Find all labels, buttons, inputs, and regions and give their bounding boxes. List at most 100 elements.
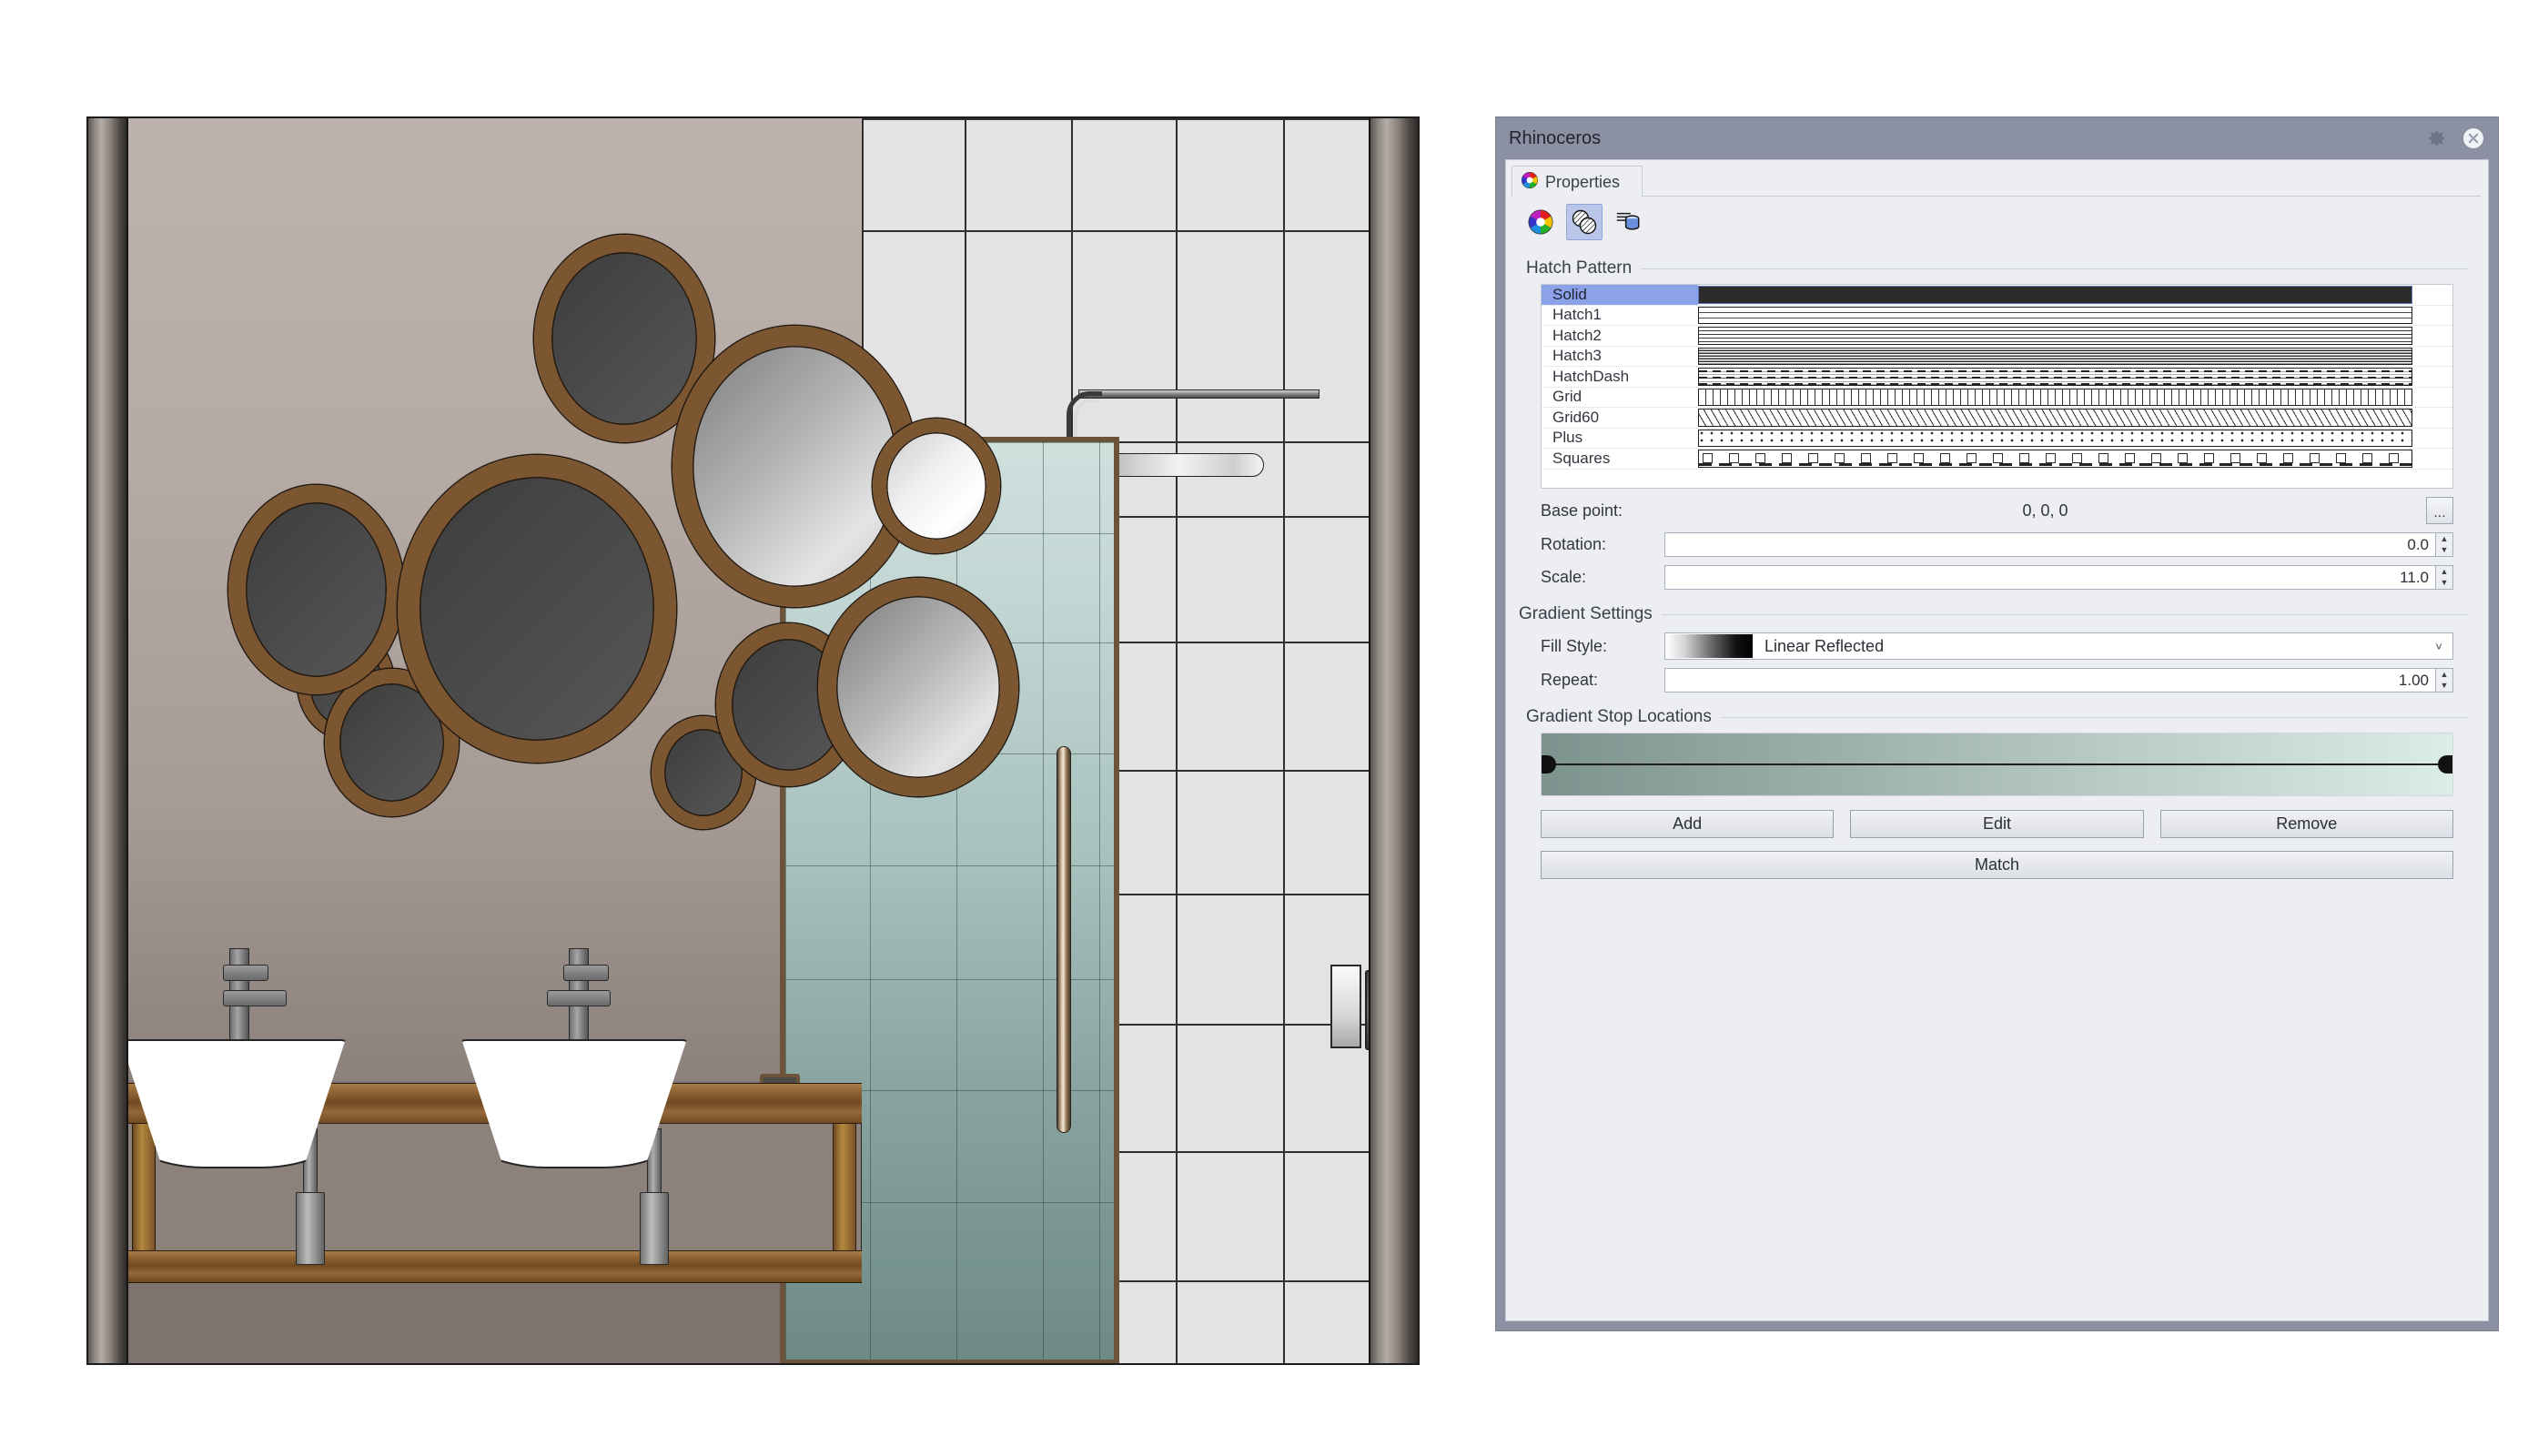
bathroom-render-viewport[interactable] xyxy=(86,116,1420,1365)
hatch-pattern-name: HatchDash xyxy=(1552,367,1630,385)
hatch-pattern-row[interactable]: Hatch2 xyxy=(1542,326,2452,347)
base-point-row: Base point: 0, 0, 0 ... xyxy=(1541,497,2453,524)
gradient-stop-handle-start[interactable] xyxy=(1542,755,1556,774)
fill-style-row: Fill Style: Linear Reflected ˅ xyxy=(1541,632,2453,660)
close-icon[interactable] xyxy=(2460,125,2487,152)
gradient-stop-handle-end[interactable] xyxy=(2438,755,2452,774)
hatch-pattern-preview xyxy=(1698,327,2412,345)
panel-content: Properties Hatch Pattern Solid Hatch1 Ha… xyxy=(1505,159,2489,1321)
hatch-pattern-name: Squares xyxy=(1552,449,1611,467)
chevron-down-icon: ˅ xyxy=(2435,639,2442,653)
tab-strip: Properties xyxy=(1512,166,2488,197)
hatch-square-glyph xyxy=(1993,453,2003,463)
remove-button[interactable]: Remove xyxy=(2159,810,2453,838)
gear-icon[interactable] xyxy=(2423,125,2451,152)
repeat-label: Repeat: xyxy=(1541,671,1599,689)
hatch-tool-button[interactable] xyxy=(1566,204,1603,240)
wall-mirror xyxy=(398,455,676,763)
hatch-pattern-row[interactable]: Hatch1 xyxy=(1542,306,2452,326)
tab-underline xyxy=(1512,196,2481,197)
hatch-square-glyph xyxy=(2283,453,2293,463)
gradient-stop-locations-label: Gradient Stop Locations xyxy=(1526,707,1712,726)
tile-grout-line xyxy=(862,118,1370,120)
color-wheel-icon xyxy=(1521,171,1539,194)
hatch-pattern-preview xyxy=(1698,347,2412,365)
shower-arm xyxy=(1078,389,1320,399)
shower-door-handle xyxy=(1057,746,1071,1133)
fill-style-label: Fill Style: xyxy=(1541,636,1608,655)
hatch-pattern-row[interactable]: Plus xyxy=(1542,429,2452,449)
repeat-input[interactable]: 1.00 xyxy=(1664,668,2436,693)
color-wheel-tool-button[interactable] xyxy=(1522,204,1559,240)
hatch-square-glyph xyxy=(2019,453,2029,463)
hatch-square-glyph xyxy=(1940,453,1950,463)
rotation-input[interactable]: 0.0 xyxy=(1664,532,2436,557)
add-button[interactable]: Add xyxy=(1541,810,1835,838)
hatch-pattern-name: Plus xyxy=(1552,429,1583,447)
vanity-leg-right xyxy=(833,1123,856,1261)
hatch-pattern-dash-overlay xyxy=(1699,377,2412,379)
match-button[interactable]: Match xyxy=(1541,851,2453,879)
glass-panel-line xyxy=(956,442,957,1360)
material-tool-button[interactable] xyxy=(1610,204,1646,240)
hatch-square-glyph xyxy=(2257,453,2267,463)
tab-properties[interactable]: Properties xyxy=(1512,166,1643,197)
rotation-stepper[interactable]: ▲ ▼ xyxy=(2436,532,2453,557)
repeat-stepper[interactable]: ▲ ▼ xyxy=(2436,668,2453,693)
hatch-pattern-row[interactable]: HatchDash xyxy=(1542,367,2452,388)
tile-grout-line xyxy=(1176,118,1178,1363)
hatch-pattern-row[interactable]: Hatch3 xyxy=(1542,347,2452,367)
hatch-pattern-name: Solid xyxy=(1542,285,1698,305)
hatch-pattern-row[interactable]: Squares xyxy=(1542,449,2452,470)
vanity-base-rail xyxy=(126,1250,862,1283)
faucet-handle-left-upper xyxy=(223,965,268,981)
wall-mirror xyxy=(228,485,404,694)
edit-button[interactable]: Edit xyxy=(1850,810,2144,838)
gradient-stop-bar[interactable] xyxy=(1541,733,2453,796)
glass-panel-line xyxy=(870,442,871,1360)
gradient-stop-locations-header: Gradient Stop Locations xyxy=(1526,707,2468,727)
gradient-settings-group-header: Gradient Settings xyxy=(1519,604,2468,624)
hatch-square-glyph xyxy=(2204,453,2214,463)
wall-mirror xyxy=(818,578,1018,796)
match-row: Match xyxy=(1541,851,2453,879)
hatch-pattern-preview xyxy=(1698,388,2412,406)
base-point-value: 0, 0, 0 xyxy=(2022,500,2068,520)
window-title-bar[interactable]: Rhinoceros xyxy=(1496,117,2498,159)
base-point-label: Base point: xyxy=(1541,500,1623,520)
hatch-pattern-dash-overlay xyxy=(1699,383,2412,385)
hatch-pattern-preview xyxy=(1698,409,2412,427)
hatch-square-glyph xyxy=(1729,453,1739,463)
hatch-square-glyph xyxy=(2362,453,2372,463)
hatch-square-glyph xyxy=(2046,453,2056,463)
drain-trap-left xyxy=(296,1192,325,1265)
hatch-square-glyph xyxy=(2125,453,2135,463)
hatch-pattern-list[interactable]: Solid Hatch1 Hatch2 Hatch3 HatchDash Grid Grid… xyxy=(1541,284,2453,489)
hatch-pattern-name: Hatch1 xyxy=(1552,306,1602,324)
gradient-track-line xyxy=(1542,763,2452,765)
scale-input[interactable]: 11.0 xyxy=(1664,565,2436,590)
base-point-picker-button[interactable]: ... xyxy=(2426,497,2453,524)
hatch-square-baseline xyxy=(1699,463,2412,466)
hatch-pattern-row[interactable]: Solid xyxy=(1542,285,2452,306)
fill-style-select[interactable]: Linear Reflected ˅ xyxy=(1664,632,2453,660)
fill-style-gradient-preview xyxy=(1666,634,1753,658)
rhinoceros-properties-window[interactable]: Rhinoceros Properties Hatch Pattern Soli… xyxy=(1495,116,2499,1331)
hatch-pattern-name: Grid60 xyxy=(1552,408,1600,426)
hatch-pattern-preview xyxy=(1698,286,2412,304)
hatch-pattern-preview xyxy=(1698,368,2412,386)
hatch-pattern-row[interactable]: Grid60 xyxy=(1542,408,2452,429)
gradient-settings-group-label: Gradient Settings xyxy=(1519,604,1653,623)
hatch-square-glyph xyxy=(1755,453,1765,463)
hatch-pattern-name: Hatch2 xyxy=(1552,326,1602,344)
hatch-square-glyph xyxy=(1914,453,1924,463)
scale-stepper[interactable]: ▲ ▼ xyxy=(2436,565,2453,590)
hatch-square-glyph xyxy=(1703,453,1713,463)
hatch-square-glyph xyxy=(2336,453,2346,463)
metal-column-right xyxy=(1369,118,1418,1363)
group-divider xyxy=(1720,716,2468,718)
repeat-row: Repeat: 1.00 ▲ ▼ xyxy=(1541,668,2453,693)
hatch-square-glyph xyxy=(1835,453,1845,463)
hatch-pattern-row[interactable]: Grid xyxy=(1542,388,2452,408)
hatch-square-glyph xyxy=(1967,453,1977,463)
